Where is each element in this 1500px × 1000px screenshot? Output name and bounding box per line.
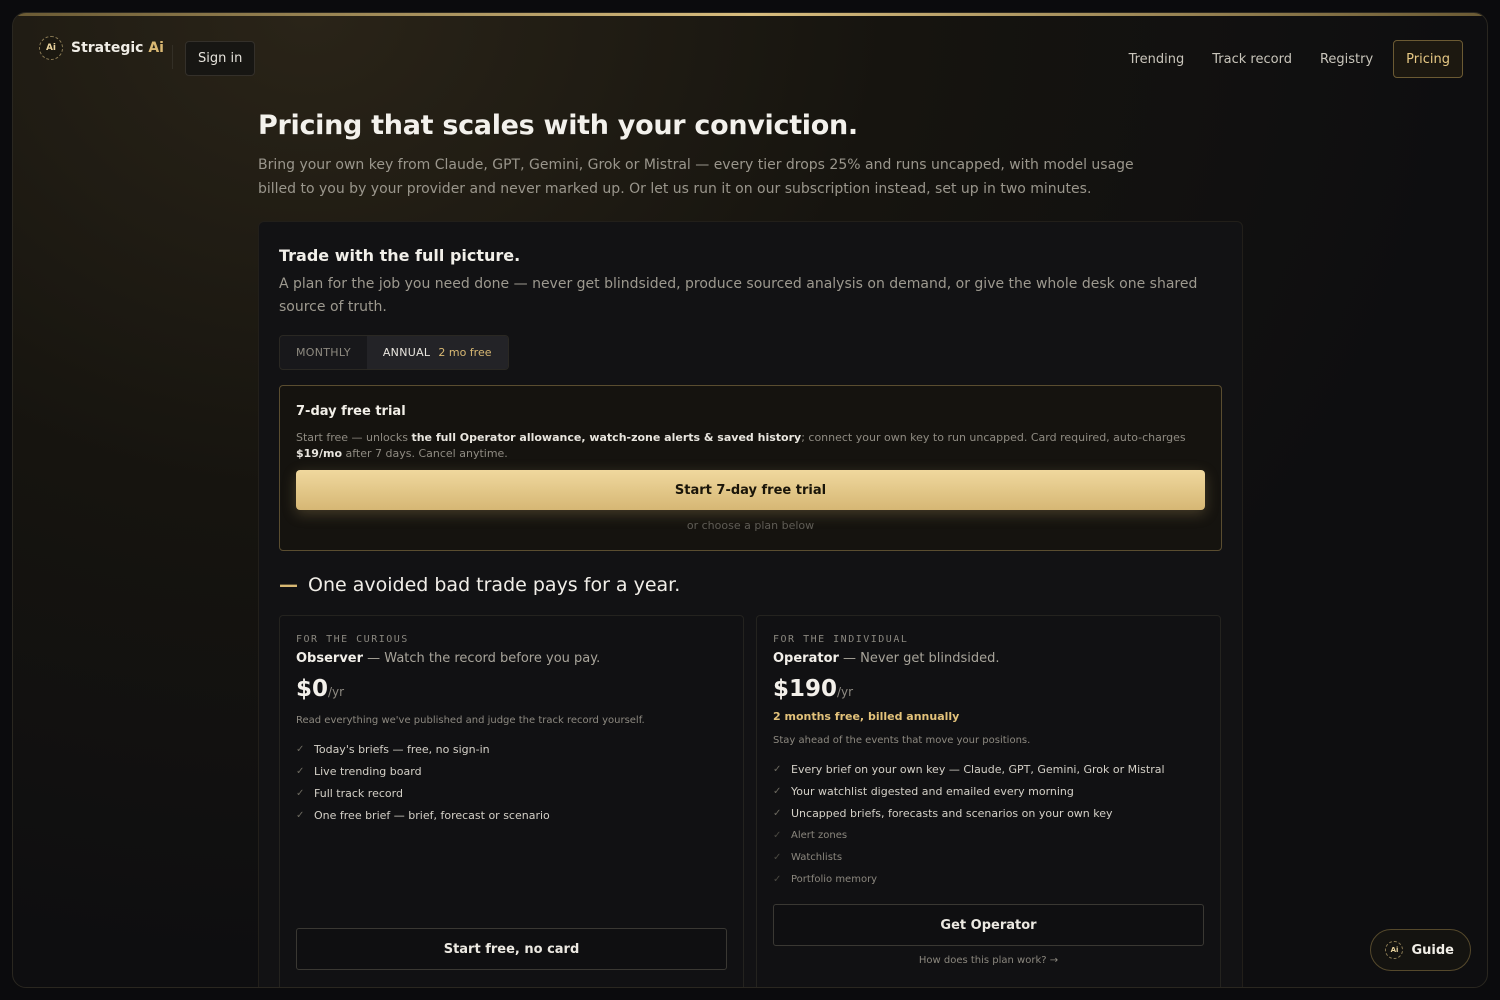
tagline-text: One avoided bad trade pays for a year. (308, 574, 681, 596)
plan-price: $190/yr (773, 676, 854, 702)
pricing-panel: Trade with the full picture. A plan for … (258, 221, 1243, 987)
feature-item: ✓ One free brief — brief, forecast or sce… (296, 808, 550, 822)
feature-item: ✓ Portfolio memory (773, 873, 878, 885)
check-icon: ✓ (773, 851, 782, 863)
check-icon: ✓ (296, 743, 305, 755)
plan-feature-list: ✓ Today's briefs — free, no sign-in ✓ Live… (296, 738, 550, 826)
app-frame: Ai Strategic Ai Sign in Trending Track r… (12, 12, 1488, 988)
guide-button[interactable]: Ai Guide (1370, 929, 1471, 971)
billing-toggle: MONTHLY ANNUAL 2 mo free (279, 335, 509, 370)
page-subtitle: Bring your own key from Claude, GPT, Gem… (258, 157, 1134, 197)
trial-title: 7-day free trial (296, 404, 406, 419)
trial-description: Start free — unlocks the full Operator a… (296, 431, 1186, 460)
feature-item: ✓ Alert zones (773, 829, 848, 841)
get-operator-button[interactable]: Get Operator (773, 904, 1204, 946)
feature-item: ✓ Full track record (296, 786, 403, 800)
nav-track-record[interactable]: Track record (1198, 40, 1306, 78)
brand-name: Strategic Ai (71, 40, 164, 56)
nav-registry[interactable]: Registry (1306, 40, 1387, 78)
header-divider (172, 45, 173, 69)
plan-name: Operator — Never get blindsided. (773, 651, 1000, 666)
tagline-dash: — (279, 574, 298, 596)
how-plan-works-link[interactable]: How does this plan work? → (757, 955, 1220, 966)
guide-label: Guide (1411, 942, 1454, 958)
check-icon: ✓ (773, 807, 782, 819)
check-icon: ✓ (773, 873, 782, 885)
nav-pricing[interactable]: Pricing (1393, 40, 1463, 78)
trial-or-text: or choose a plan below (686, 519, 815, 532)
plan-description: Read everything we've published and judg… (296, 715, 645, 726)
page-title: Pricing that scales with your conviction… (258, 110, 858, 141)
annual-savings-note: 2 months free, billed annually (773, 710, 960, 723)
value-tagline: — One avoided bad trade pays for a year. (279, 574, 680, 596)
plan-name: Observer — Watch the record before you p… (296, 651, 601, 666)
plan-eyebrow: FOR THE INDIVIDUAL (773, 634, 909, 645)
feature-item: ✓ Uncapped briefs, forecasts and scenario… (773, 806, 1113, 820)
plan-card-observer: FOR THE CURIOUS Observer — Watch the rec… (279, 615, 744, 987)
plan-price: $0/yr (296, 676, 345, 702)
panel-title: Trade with the full picture. (279, 246, 521, 265)
plan-feature-list: ✓ Every brief on your own key — Claude, G… (773, 758, 1165, 890)
billing-annual-option[interactable]: ANNUAL 2 mo free (366, 336, 508, 369)
plan-card-operator: FOR THE INDIVIDUAL Operator — Never get … (756, 615, 1221, 987)
billing-annual-label: ANNUAL (382, 346, 431, 359)
feature-item: ✓ Every brief on your own key — Claude, G… (773, 762, 1165, 776)
logo-mark-icon: Ai (39, 36, 63, 60)
check-icon: ✓ (296, 787, 305, 799)
plan-description: Stay ahead of the events that move your … (773, 735, 1031, 746)
panel-subtitle: A plan for the job you need done — never… (279, 276, 1198, 315)
brand-logo[interactable]: Ai Strategic Ai (39, 36, 164, 60)
sign-in-button[interactable]: Sign in (185, 41, 256, 76)
main-nav: Trending Track record Registry Pricing (1115, 40, 1463, 78)
annual-discount-badge: 2 mo free (438, 346, 492, 359)
check-icon: ✓ (773, 829, 782, 841)
feature-item: ✓ Live trending board (296, 764, 422, 778)
feature-item: ✓ Today's briefs — free, no sign-in (296, 742, 490, 756)
start-trial-button[interactable]: Start 7-day free trial (296, 470, 1205, 510)
start-free-button[interactable]: Start free, no card (296, 928, 727, 970)
free-trial-box: 7-day free trial Start free — unlocks th… (279, 385, 1222, 551)
check-icon: ✓ (296, 765, 305, 777)
feature-item: ✓ Your watchlist digested and emailed eve… (773, 784, 1074, 798)
top-navigation: Ai Strategic Ai Sign in Trending Track r… (13, 27, 1487, 81)
feature-item: ✓ Watchlists (773, 851, 843, 863)
check-icon: ✓ (296, 809, 305, 821)
billing-monthly-option[interactable]: MONTHLY (280, 336, 367, 369)
plan-eyebrow: FOR THE CURIOUS (296, 634, 409, 645)
guide-logo-icon: Ai (1385, 941, 1404, 959)
check-icon: ✓ (773, 785, 782, 797)
nav-trending[interactable]: Trending (1115, 40, 1199, 78)
check-icon: ✓ (773, 763, 782, 775)
